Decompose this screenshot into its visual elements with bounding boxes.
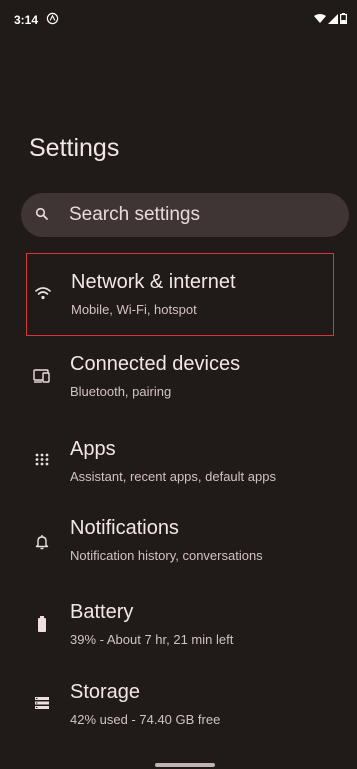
devices-icon <box>33 369 50 383</box>
settings-item-subtitle: 39% - About 7 hr, 21 min left <box>70 632 234 647</box>
settings-item-network[interactable]: Network & internet Mobile, Wi-Fi, hotspo… <box>26 253 334 336</box>
battery-icon <box>340 13 347 24</box>
page-title: Settings <box>29 134 120 162</box>
signal-icon <box>328 13 338 24</box>
settings-item-connected-devices[interactable]: Connected devices Bluetooth, pairing <box>26 336 334 418</box>
settings-item-title: Network & internet <box>71 271 236 293</box>
settings-item-subtitle: 42% used - 74.40 GB free <box>70 712 221 727</box>
status-bar: 3:14 <box>0 0 357 40</box>
settings-item-subtitle: Mobile, Wi-Fi, hotspot <box>71 302 197 317</box>
wifi-icon <box>314 13 326 23</box>
status-time: 3:14 <box>14 13 39 27</box>
settings-item-subtitle: Bluetooth, pairing <box>70 384 172 399</box>
settings-item-battery[interactable]: Battery 39% - About 7 hr, 21 min left <box>26 585 334 667</box>
home-indicator[interactable] <box>155 763 215 767</box>
settings-item-subtitle: Assistant, recent apps, default apps <box>70 469 276 484</box>
status-icons <box>314 13 347 24</box>
alert-icon <box>46 12 59 25</box>
wifi-icon <box>35 287 51 300</box>
bell-icon <box>35 535 49 550</box>
settings-item-storage[interactable]: Storage 42% used - 74.40 GB free <box>26 668 334 750</box>
search-icon <box>35 207 48 220</box>
settings-item-subtitle: Notification history, conversations <box>70 548 263 563</box>
settings-item-title: Storage <box>70 681 141 703</box>
apps-grid-icon <box>35 453 49 466</box>
search-placeholder: Search settings <box>69 204 200 225</box>
settings-item-title: Connected devices <box>70 353 241 375</box>
settings-item-title: Battery <box>70 601 134 623</box>
search-bar[interactable]: Search settings <box>21 193 349 237</box>
settings-item-apps[interactable]: Apps Assistant, recent apps, default app… <box>26 419 334 501</box>
storage-icon <box>35 697 49 709</box>
battery-icon <box>38 616 46 632</box>
settings-item-title: Notifications <box>70 517 179 539</box>
settings-item-notifications[interactable]: Notifications Notification history, conv… <box>26 502 334 584</box>
settings-item-title: Apps <box>70 438 116 460</box>
